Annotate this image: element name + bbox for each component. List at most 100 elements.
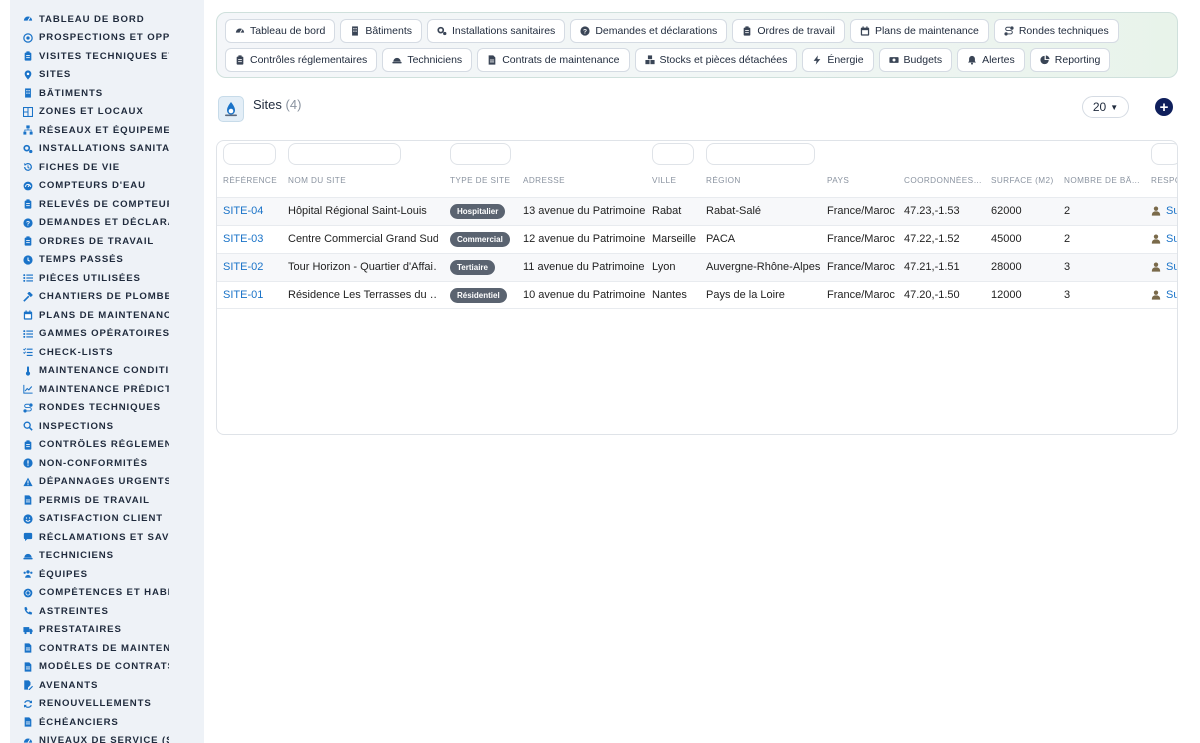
responsible-link[interactable]: Su: [1151, 233, 1177, 245]
column-filter-input[interactable]: [450, 143, 511, 165]
sidebar-item-equipes[interactable]: Équipes: [10, 565, 204, 584]
sidebar-item-non-conformites[interactable]: Non-conformités: [10, 454, 204, 473]
sidebar-item-check-lists[interactable]: Check-lists: [10, 343, 204, 362]
responsible-link[interactable]: Su: [1151, 261, 1177, 273]
sidebar-item-chantiers-de-plomberie[interactable]: Chantiers de plomberie: [10, 288, 204, 307]
sidebar-item-gammes-operatoires[interactable]: Gammes opératoires: [10, 325, 204, 344]
gauge-icon: [235, 26, 245, 36]
sidebar-item-modeles-de-contrats[interactable]: Modèles de contrats: [10, 658, 204, 677]
sidebar-item-tableau-de-bord[interactable]: Tableau de bord: [10, 10, 204, 29]
responsible-link[interactable]: Su: [1151, 205, 1177, 217]
nav-button-energie[interactable]: Énergie: [802, 48, 874, 72]
sidebar-item-avenants[interactable]: Avenants: [10, 676, 204, 695]
sidebar-item-batiments[interactable]: Bâtiments: [10, 84, 204, 103]
table-row[interactable]: SITE-03 Centre Commercial Grand Sud Commer…: [217, 225, 1177, 253]
nav-button-rondes-techniques[interactable]: Rondes techniques: [993, 19, 1119, 43]
sidebar-item-demandes-et-declarations[interactable]: ? Demandes et déclarations: [10, 214, 204, 233]
column-filter-input[interactable]: [1151, 143, 1177, 165]
sidebar-item-inspections[interactable]: Inspections: [10, 417, 204, 436]
gauge-icon: [23, 736, 33, 743]
column-header-nombre-de-ba[interactable]: Nombre de bâ…: [1064, 176, 1144, 185]
building-icon: [350, 26, 360, 36]
nav-button-alertes[interactable]: Alertes: [957, 48, 1025, 72]
nav-button-contrats-de-maintenance[interactable]: Contrats de maintenance: [477, 48, 630, 72]
sidebar-item-maintenance-conditionnelle[interactable]: Maintenance conditionnelle: [10, 362, 204, 381]
sidebar-item-echeanciers[interactable]: Échéanciers: [10, 713, 204, 732]
table-row[interactable]: SITE-01 Résidence Les Terrasses du … Résid…: [217, 281, 1177, 309]
sidebar-item-permis-de-travail[interactable]: Permis de travail: [10, 491, 204, 510]
sidebar-item-sites[interactable]: Sites: [10, 66, 204, 85]
responsible-link[interactable]: Su: [1151, 289, 1177, 301]
sidebar-item-controles-reglementaires[interactable]: Contrôles réglementaires: [10, 436, 204, 455]
page-title: Sites (4): [253, 97, 301, 112]
sidebar-item-releves-de-compteurs[interactable]: Relevés de compteurs: [10, 195, 204, 214]
sidebar-item-renouvellements[interactable]: Renouvellements: [10, 695, 204, 714]
nav-button-budgets[interactable]: Budgets: [878, 48, 953, 72]
nav-button-demandes-et-declarations[interactable]: ? Demandes et déclarations: [570, 19, 728, 43]
sidebar-item-depannages-urgents[interactable]: Dépannages urgents: [10, 473, 204, 492]
sidebar-item-plans-de-maintenance[interactable]: Plans de maintenance: [10, 306, 204, 325]
sidebar-item-temps-passes[interactable]: Temps passés: [10, 251, 204, 270]
column-header-surface-m2[interactable]: Surface (m2): [991, 176, 1059, 185]
column-header-ville[interactable]: Ville: [652, 176, 702, 185]
nav-button-tableau-de-bord[interactable]: Tableau de bord: [225, 19, 336, 43]
sidebar-item-label: Échéanciers: [39, 716, 119, 728]
sidebar-item-competences-et-habilitations[interactable]: Compétences et habilitations: [10, 584, 204, 603]
nav-button-controles-reglementaires[interactable]: Contrôles réglementaires: [225, 48, 378, 72]
per-page-value: 20: [1092, 100, 1107, 114]
sidebar-item-label: Avenants: [39, 679, 99, 691]
site-reference-link[interactable]: SITE-03: [223, 233, 283, 245]
nav-button-installations-sanitaires[interactable]: Installations sanitaires: [427, 19, 566, 43]
sidebar-item-prestataires[interactable]: Prestataires: [10, 621, 204, 640]
sites-table: Référence Nom du site Type de site Adresse V…: [216, 140, 1178, 435]
sidebar-item-label: Rondes techniques: [39, 402, 161, 414]
column-filter-input[interactable]: [288, 143, 401, 165]
sidebar-item-reseaux-et-equipements[interactable]: Réseaux et équipements: [10, 121, 204, 140]
table-row[interactable]: SITE-04 Hôpital Régional Saint-Louis Hospi…: [217, 197, 1177, 225]
site-reference-link[interactable]: SITE-02: [223, 261, 283, 273]
nav-button-stocks-et-pieces-detachees[interactable]: Stocks et pièces détachées: [634, 48, 798, 72]
sidebar-item-niveaux-de-service-sla[interactable]: Niveaux de service (SLA): [10, 732, 204, 743]
sidebar-item-installations-sanitaires[interactable]: Installations sanitaires: [10, 140, 204, 159]
sidebar-item-label: Compteurs d'eau: [39, 180, 146, 192]
column-header-type-de-site[interactable]: Type de site: [450, 176, 520, 185]
column-header-reference[interactable]: Référence: [223, 176, 283, 185]
sidebar-item-pieces-utilisees[interactable]: Pièces utilisées: [10, 269, 204, 288]
sidebar-item-visites-techniques-et-audits[interactable]: Visites techniques et audits: [10, 47, 204, 66]
sidebar-item-fiches-de-vie[interactable]: Fiches de vie: [10, 158, 204, 177]
column-header-respo[interactable]: Respo: [1151, 176, 1177, 185]
sidebar-item-techniciens[interactable]: Techniciens: [10, 547, 204, 566]
sidebar-item-reclamations-et-sav[interactable]: Réclamations et SAV: [10, 528, 204, 547]
column-header-pays[interactable]: Pays: [827, 176, 899, 185]
add-site-button[interactable]: +: [1155, 98, 1173, 116]
column-filter-input[interactable]: [706, 143, 815, 165]
top-nav-row-2: Contrôles réglementaires Techniciens Contr…: [225, 48, 1111, 72]
nav-button-techniciens[interactable]: Techniciens: [382, 48, 473, 72]
sidebar-item-ordres-de-travail[interactable]: Ordres de travail: [10, 232, 204, 251]
sidebar-item-prospections-et-opportunites[interactable]: Prospections et opportunités: [10, 29, 204, 48]
column-header-nom-du-site[interactable]: Nom du site: [288, 176, 438, 185]
column-header-adresse[interactable]: Adresse: [523, 176, 648, 185]
sidebar-item-astreintes[interactable]: Astreintes: [10, 602, 204, 621]
nav-button-plans-de-maintenance[interactable]: Plans de maintenance: [849, 19, 989, 43]
sidebar-item-label: Inspections: [39, 420, 114, 432]
nav-button-label: Énergie: [827, 54, 864, 66]
sidebar-item-zones-et-locaux[interactable]: Zones et locaux: [10, 103, 204, 122]
per-page-select[interactable]: 20 ▼: [1082, 96, 1129, 118]
sidebar-item-maintenance-predictive[interactable]: Maintenance prédictive: [10, 380, 204, 399]
nav-button-batiments[interactable]: Bâtiments: [340, 19, 422, 43]
table-row[interactable]: SITE-02 Tour Horizon - Quartier d'Affai… T…: [217, 253, 1177, 281]
site-reference-link[interactable]: SITE-01: [223, 289, 283, 301]
sidebar-item-compteurs-d-eau[interactable]: Compteurs d'eau: [10, 177, 204, 196]
sidebar-item-label: Zones et locaux: [39, 106, 144, 118]
sidebar-item-contrats-de-maintenance[interactable]: Contrats de maintenance: [10, 639, 204, 658]
column-header-region[interactable]: Région: [706, 176, 824, 185]
sidebar-item-satisfaction-client[interactable]: Satisfaction client: [10, 510, 204, 529]
nav-button-ordres-de-travail[interactable]: Ordres de travail: [732, 19, 845, 43]
nav-button-reporting[interactable]: Reporting: [1029, 48, 1111, 72]
column-header-coordonnees[interactable]: Coordonnées…: [904, 176, 982, 185]
site-reference-link[interactable]: SITE-04: [223, 205, 283, 217]
sidebar-item-rondes-techniques[interactable]: Rondes techniques: [10, 399, 204, 418]
column-filter-input[interactable]: [223, 143, 276, 165]
column-filter-input[interactable]: [652, 143, 694, 165]
